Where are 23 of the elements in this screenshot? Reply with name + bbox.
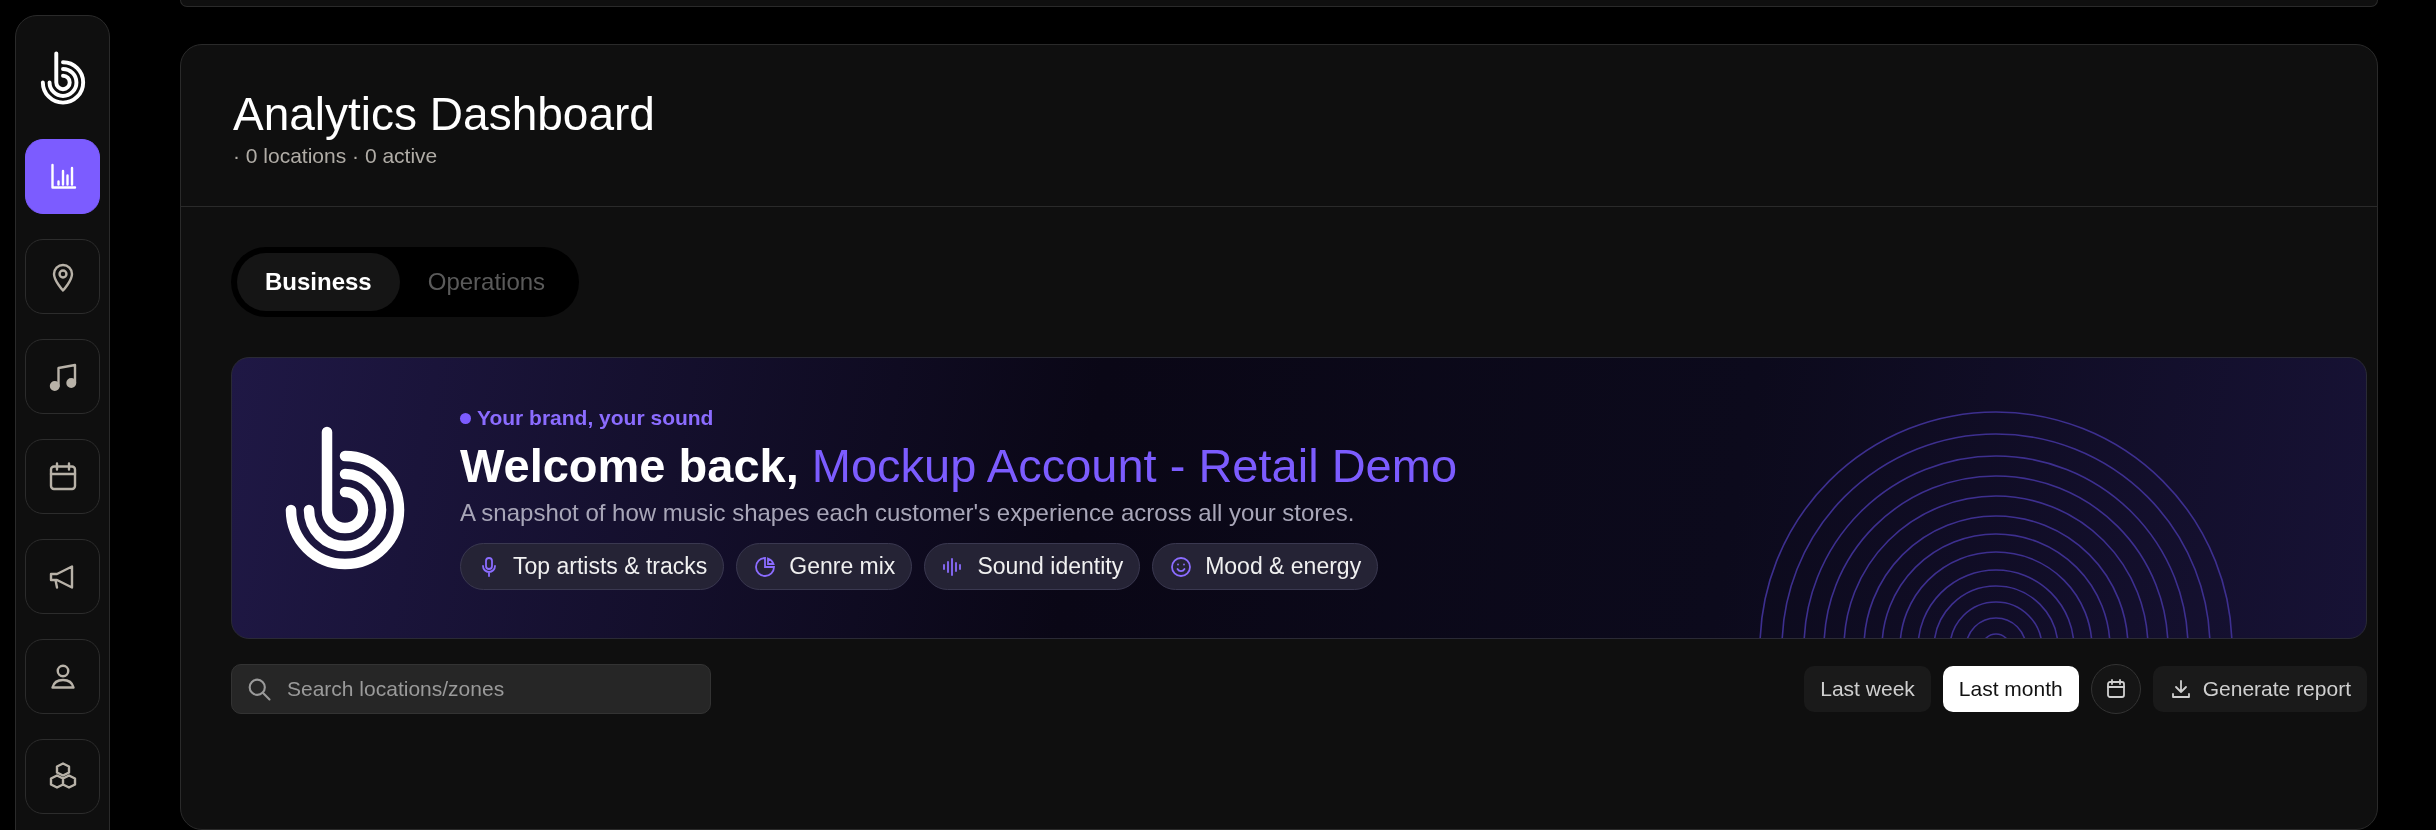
- banner-description: A snapshot of how music shapes each customer's experience across all your stores.: [460, 499, 1356, 528]
- search-field[interactable]: Search locations/zones: [231, 664, 711, 715]
- chip-label: Sound identity: [977, 553, 1124, 581]
- campaigns-nav-button[interactable]: [25, 539, 100, 614]
- schedule-nav-button[interactable]: [25, 439, 100, 514]
- pie-icon: [753, 554, 778, 579]
- chip-label: Genre mix: [789, 553, 896, 581]
- chip-label: Top artists & tracks: [513, 553, 708, 581]
- date-range-button[interactable]: Last week: [1804, 666, 1931, 713]
- page-title: Analytics Dashboard: [233, 87, 656, 142]
- integrations-nav-button[interactable]: [25, 739, 100, 814]
- tab[interactable]: Business: [237, 253, 400, 312]
- welcome-heading: Welcome back, Mockup Account - Retail Demo: [460, 438, 1457, 494]
- tagline: Your brand, your sound: [460, 406, 1457, 431]
- chip-label: Mood & energy: [1205, 553, 1362, 581]
- account-nav-button[interactable]: [25, 639, 100, 714]
- analytics-nav-button[interactable]: [25, 139, 100, 214]
- music-nav-button[interactable]: [25, 339, 100, 414]
- date-range-button[interactable]: Last month: [1942, 666, 2079, 713]
- smile-icon: [1169, 554, 1194, 579]
- locations-nav-button[interactable]: [25, 239, 100, 314]
- location-summary: · 0 locations · 0 active: [233, 144, 439, 169]
- generate-report-button[interactable]: Generate report: [2152, 666, 2367, 713]
